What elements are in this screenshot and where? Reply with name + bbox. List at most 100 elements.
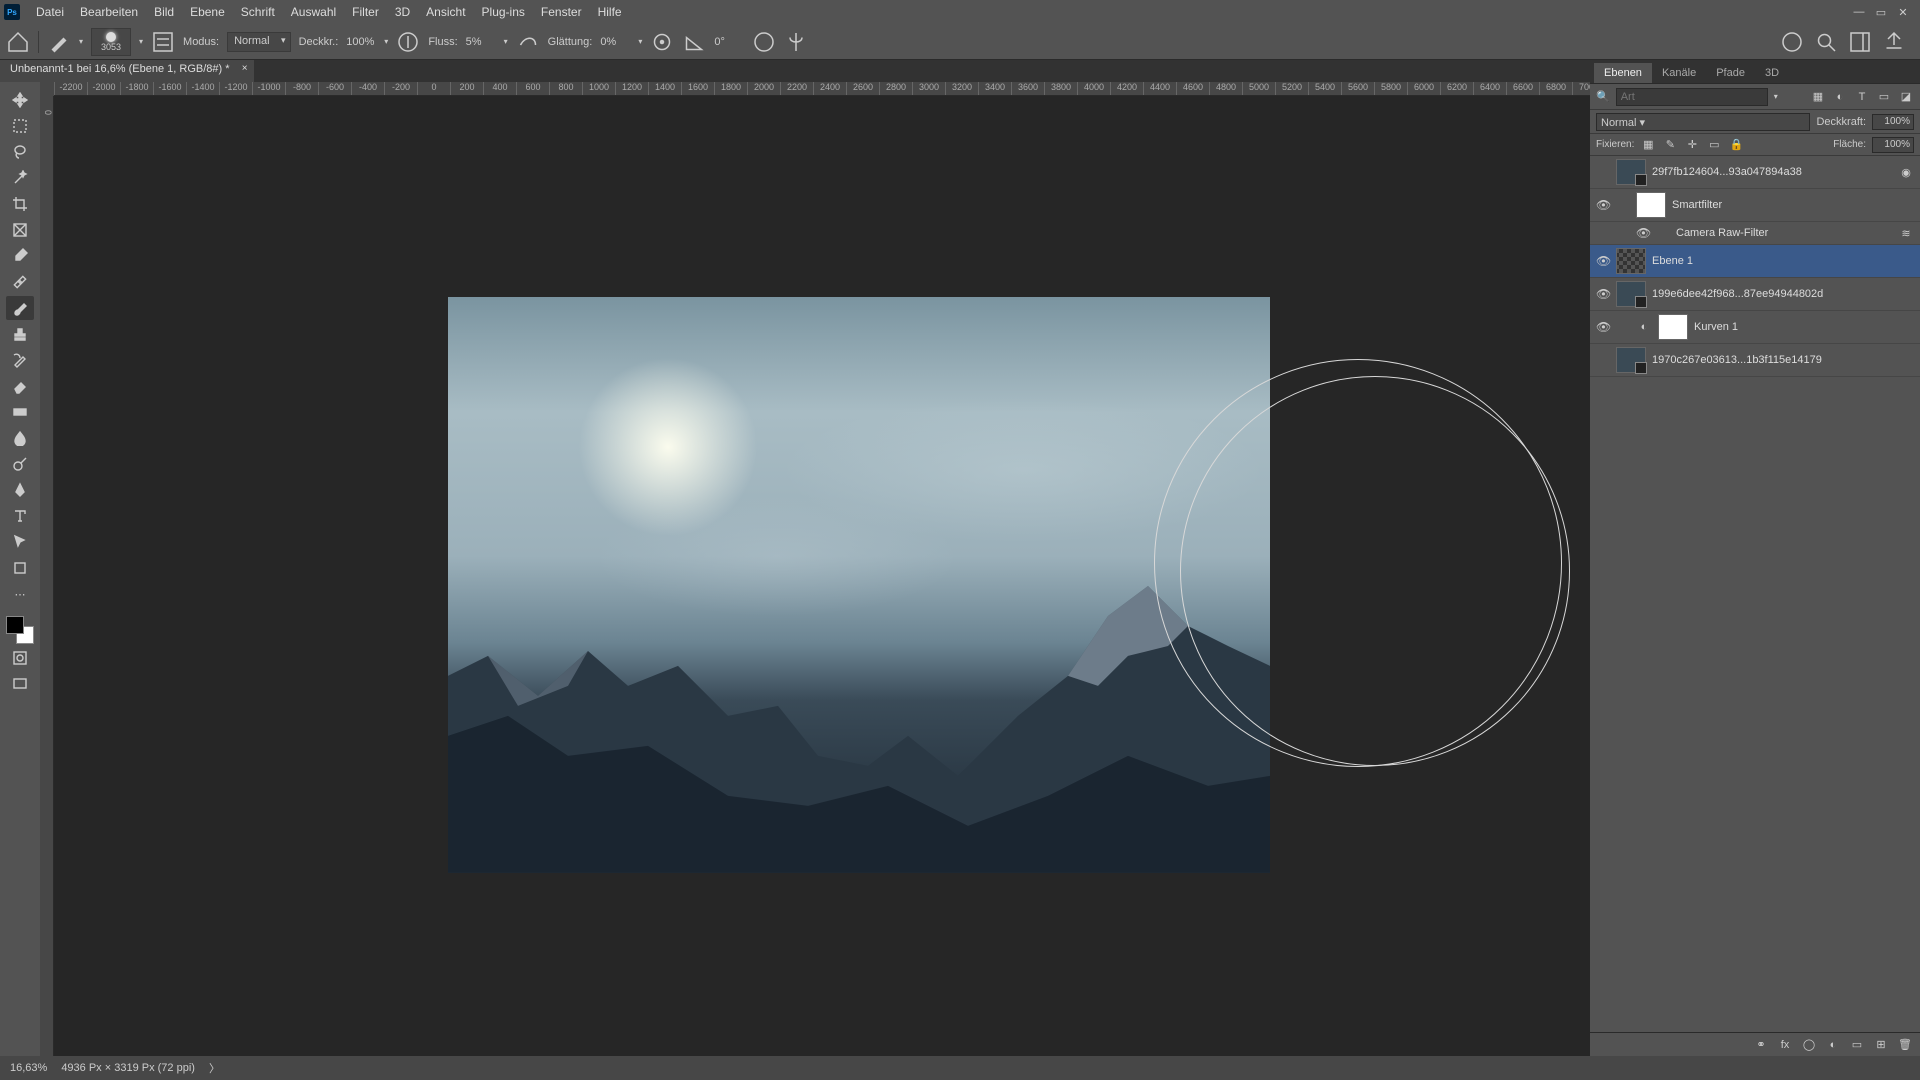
menu-ebene[interactable]: Ebene [182, 5, 233, 19]
filter-toggle-icon[interactable]: ◉ [1898, 164, 1914, 180]
filter-blend-icon[interactable]: ≋ [1898, 225, 1914, 241]
workspace-icon[interactable] [1848, 30, 1872, 54]
blur-tool[interactable] [6, 426, 34, 450]
menu-ansicht[interactable]: Ansicht [418, 5, 473, 19]
dodge-tool[interactable] [6, 452, 34, 476]
filter-search-icon[interactable]: 🔍 [1596, 90, 1610, 103]
menu-bearbeiten[interactable]: Bearbeiten [72, 5, 146, 19]
symmetry-icon[interactable] [784, 30, 808, 54]
filter-adjust-icon[interactable]: ◐ [1832, 89, 1848, 105]
angle-value[interactable]: 0° [714, 36, 744, 48]
filter-smart-icon[interactable]: ◪ [1898, 89, 1914, 105]
layer-name[interactable]: 1970c267e03613...1b3f115e14179 [1652, 354, 1914, 366]
smoothing-value[interactable]: 0% [600, 36, 630, 48]
panel-tab-ebenen[interactable]: Ebenen [1594, 63, 1652, 83]
lasso-tool[interactable] [6, 140, 34, 164]
eraser-tool[interactable] [6, 374, 34, 398]
brush-tool-icon[interactable] [47, 30, 71, 54]
foreground-color-swatch[interactable] [6, 616, 24, 634]
lock-all-icon[interactable]: 🔒 [1728, 137, 1744, 153]
brush-preset-caret-icon[interactable]: ▾ [139, 37, 143, 46]
layer-thumbnail[interactable] [1616, 248, 1646, 274]
airbrush-icon[interactable] [516, 30, 540, 54]
layer-thumbnail[interactable] [1636, 192, 1666, 218]
pressure-size-icon[interactable] [752, 30, 776, 54]
opacity-value[interactable]: 100% [346, 36, 376, 48]
menu-schrift[interactable]: Schrift [233, 5, 283, 19]
layer-visibility-icon[interactable]: 👁 [1596, 287, 1610, 301]
panel-tab-pfade[interactable]: Pfade [1706, 63, 1755, 83]
layer-visibility-icon[interactable]: 👁 [1596, 198, 1610, 212]
lock-pixels-icon[interactable]: ✎ [1662, 137, 1678, 153]
layer-thumbnail[interactable] [1658, 314, 1688, 340]
frame-tool[interactable] [6, 218, 34, 242]
new-group-icon[interactable]: ▭ [1850, 1038, 1864, 1052]
layer-visibility-icon[interactable]: 👁 [1596, 254, 1610, 268]
canvas-viewport[interactable] [54, 96, 1590, 1056]
lock-transparent-icon[interactable]: ▦ [1640, 137, 1656, 153]
opacity-caret-icon[interactable]: ▾ [384, 37, 388, 46]
menu-auswahl[interactable]: Auswahl [283, 5, 344, 19]
fill-input[interactable] [1872, 137, 1914, 153]
ruler-origin[interactable] [40, 82, 54, 96]
vertical-ruler[interactable]: 0 [40, 96, 54, 1056]
link-layers-icon[interactable]: ⚭ [1754, 1038, 1768, 1052]
filter-type-icon[interactable]: T [1854, 89, 1870, 105]
layer-row[interactable]: 👁 199e6dee42f968...87ee94944802d [1590, 278, 1920, 311]
layer-row[interactable]: 29f7fb124604...93a047894a38 ◉ [1590, 156, 1920, 189]
more-tools-icon[interactable]: ⋯ [6, 582, 34, 606]
pressure-opacity-icon[interactable] [396, 30, 420, 54]
filter-visibility-icon[interactable]: 👁 [1636, 226, 1650, 240]
shape-tool[interactable] [6, 556, 34, 580]
flow-value[interactable]: 5% [466, 36, 496, 48]
layer-filter-input[interactable] [1616, 88, 1768, 106]
angle-icon[interactable] [682, 30, 706, 54]
brush-settings-icon[interactable] [151, 30, 175, 54]
layer-blend-select[interactable]: Normal ▾ [1596, 113, 1810, 131]
eyedropper-tool[interactable] [6, 244, 34, 268]
window-restore-icon[interactable]: ▭ [1874, 6, 1888, 19]
layer-name[interactable]: 29f7fb124604...93a047894a38 [1652, 166, 1892, 178]
menu-bild[interactable]: Bild [146, 5, 182, 19]
screenmode-icon[interactable] [6, 672, 34, 696]
menu-datei[interactable]: Datei [28, 5, 72, 19]
healing-tool[interactable] [6, 270, 34, 294]
blend-mode-select[interactable]: Normal [227, 32, 290, 52]
layer-visibility-icon[interactable]: 👁 [1596, 320, 1610, 334]
smoothing-options-icon[interactable] [650, 30, 674, 54]
flow-caret-icon[interactable]: ▾ [504, 37, 508, 46]
status-caret-icon[interactable]: 〉 [209, 1060, 220, 1076]
horizontal-ruler[interactable]: -2200-2000-1800-1600-1400-1200-1000-800-… [54, 82, 1590, 96]
layer-name[interactable]: Smartfilter [1672, 199, 1914, 211]
magic-wand-tool[interactable] [6, 166, 34, 190]
layer-row[interactable]: 👁 Ebene 1 [1590, 245, 1920, 278]
panel-tab-kanäle[interactable]: Kanäle [1652, 63, 1706, 83]
layer-name[interactable]: Kurven 1 [1694, 321, 1914, 333]
home-icon[interactable] [6, 30, 30, 54]
window-minimize-icon[interactable]: — [1852, 6, 1866, 19]
layer-name[interactable]: Ebene 1 [1652, 255, 1914, 267]
layer-row[interactable]: 👁Camera Raw-Filter≋ [1590, 222, 1920, 245]
smoothing-caret-icon[interactable]: ▾ [638, 37, 642, 46]
filter-shape-icon[interactable]: ▭ [1876, 89, 1892, 105]
new-adjustment-icon[interactable]: ◐ [1826, 1038, 1840, 1052]
layer-row[interactable]: 👁◐Kurven 1 [1590, 311, 1920, 344]
close-tab-icon[interactable]: × [242, 63, 248, 74]
move-tool[interactable] [6, 88, 34, 112]
filter-pixel-icon[interactable]: ▦ [1810, 89, 1826, 105]
menu-hilfe[interactable]: Hilfe [590, 5, 630, 19]
menu-filter[interactable]: Filter [344, 5, 387, 19]
layer-fx-icon[interactable]: fx [1778, 1038, 1792, 1052]
filter-caret-icon[interactable]: ▾ [1774, 92, 1778, 101]
history-brush-tool[interactable] [6, 348, 34, 372]
layer-row[interactable]: 👁 Smartfilter [1590, 189, 1920, 222]
zoom-level[interactable]: 16,63% [10, 1062, 47, 1074]
layer-thumbnail[interactable] [1616, 281, 1646, 307]
type-tool[interactable] [6, 504, 34, 528]
menu-plug-ins[interactable]: Plug-ins [474, 5, 533, 19]
menu-fenster[interactable]: Fenster [533, 5, 590, 19]
tool-preset-caret-icon[interactable]: ▾ [79, 37, 83, 46]
document-tab[interactable]: Unbenannt-1 bei 16,6% (Ebene 1, RGB/8#) … [0, 60, 254, 82]
layer-name[interactable]: 199e6dee42f968...87ee94944802d [1652, 288, 1914, 300]
path-select-tool[interactable] [6, 530, 34, 554]
